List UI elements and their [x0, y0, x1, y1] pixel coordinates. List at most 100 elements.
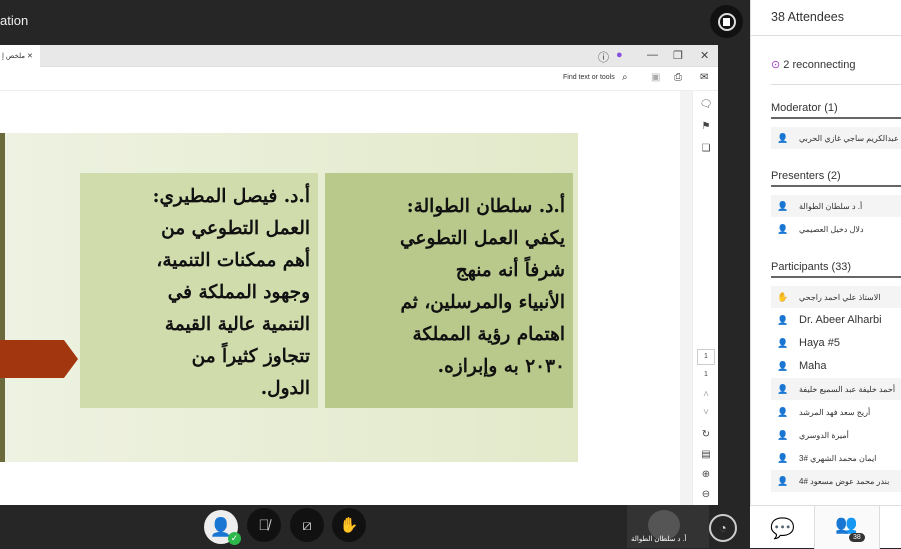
session-header: ation — [0, 0, 750, 43]
chat-icon[interactable]: 💬 — [770, 516, 795, 541]
raise-hand-button[interactable]: ✋ — [332, 508, 366, 542]
quote-line: أ.د. فيصل المطيري: — [152, 186, 310, 207]
tab-bar: ملخص إ ✕ ⓘ ● — ❐ ✕ — [0, 45, 718, 67]
attendee-name: أ. د سلطان الطوالة — [799, 201, 863, 211]
mic-muted-button[interactable]: 🎙̸ — [247, 508, 281, 542]
attendee-name: عبدالكريم ساجي غازي الحربي — [799, 133, 899, 143]
fit-page-icon[interactable]: ▤ — [697, 449, 715, 460]
check-icon: ✓ — [228, 532, 241, 545]
rotate-icon[interactable]: ↻ — [697, 429, 715, 440]
comment-icon[interactable]: 🗨 — [697, 99, 715, 110]
attendee-row[interactable]: 👤 بندر محمد عوض مسعود #4 — [771, 470, 901, 492]
slide-stripe — [0, 133, 5, 462]
presenter-name: أ. د سلطان الطوالة — [631, 536, 687, 543]
user-icon: 👤 — [777, 132, 789, 143]
quote-line: اهتمام رؤية المملكة — [412, 324, 565, 345]
attendee-row[interactable]: 👤 ايمان محمد الشهري #3 — [771, 447, 901, 469]
zoom-in-icon[interactable]: ⊕ — [697, 469, 715, 480]
attendees-panel: 38 Attendees ⊙ 2 reconnecting Moderator … — [750, 0, 901, 548]
record-button[interactable] — [710, 5, 743, 38]
quote-line: شرفاً أنه منهج — [455, 260, 565, 281]
attendee-name: الاستاذ علي احمد راجحي — [799, 292, 881, 302]
user-icon: 👤 — [777, 200, 789, 211]
attendee-row[interactable]: 👤 أحمد خليفة عبد السميع خليفة — [771, 378, 901, 400]
attendee-row[interactable]: ✋ الاستاذ علي احمد راجحي — [771, 286, 901, 308]
quote-line: وجهود المملكة في — [167, 282, 310, 303]
quote-line: التنمية عالية القيمة — [164, 314, 310, 335]
profile-icon[interactable]: ● — [616, 49, 623, 61]
restore-button[interactable]: ❐ — [673, 49, 683, 62]
attendee-row[interactable]: 👤 عبدالكريم ساجي غازي الحربي — [771, 127, 901, 149]
session-menu-button[interactable]: ◔ — [709, 514, 737, 542]
attendee-row[interactable]: 👤 Dr. Abeer Alharbi — [771, 309, 901, 331]
quote-line: تتجاوز كثيراً من — [191, 346, 310, 367]
user-icon: 👤 — [777, 360, 789, 371]
quote-line: أ.د. سلطان الطوالة: — [406, 196, 565, 217]
find-input[interactable]: Find text or tools — [563, 74, 615, 81]
quote-box-faisal: أ.د. فيصل المطيري: العمل التطوعي من أهم … — [80, 173, 318, 408]
attendee-name: Dr. Abeer Alharbi — [799, 314, 882, 326]
quote-line: العمل التطوعي من — [161, 218, 310, 239]
people-icon: 👥 — [835, 514, 858, 534]
attendee-count-badge: 38 — [849, 533, 865, 542]
reconnecting-icon: ⊙ — [771, 59, 781, 71]
quote-line: الدول. — [260, 378, 310, 399]
user-icon: 👤 — [777, 452, 789, 463]
user-icon: 👤 — [777, 429, 789, 440]
attendee-row[interactable]: 👤 أ. د سلطان الطوالة — [771, 195, 901, 217]
print-icon[interactable]: ⎙ — [674, 72, 682, 83]
presenter-video[interactable]: أ. د سلطان الطوالة — [627, 505, 709, 548]
user-icon: 👤 — [777, 337, 789, 348]
user-icon: 👤 — [777, 406, 789, 417]
attendee-name: أحمد خليفة عبد السميع خليفة — [799, 384, 896, 394]
chevron-down-icon[interactable]: ˅ — [697, 407, 715, 418]
page-total: 1 — [704, 371, 708, 378]
minimize-button[interactable]: — — [647, 49, 658, 61]
pages-icon[interactable]: ❏ — [697, 143, 715, 154]
zoom-out-icon[interactable]: ⊖ — [697, 489, 715, 500]
chevron-up-icon[interactable]: ˄ — [697, 389, 715, 400]
bookmark-icon[interactable]: ⚑ — [697, 121, 715, 132]
side-tools: 🗨 ⚑ ❏ 1 1 ˄ ˅ ↻ ▤ ⊕ ⊖ — [692, 91, 718, 505]
attendee-row[interactable]: 👤 Haya #5 — [771, 332, 901, 354]
mail-icon[interactable]: ✉ — [700, 72, 708, 83]
attendee-name: ايمان محمد الشهري #3 — [799, 453, 877, 463]
attendee-row[interactable]: 👤 دلال دخيل العصيمي — [771, 218, 901, 240]
attendee-name: Maha — [799, 360, 827, 372]
attendee-row[interactable]: 👤 Maha — [771, 355, 901, 377]
camera-off-button[interactable]: ⧄ — [290, 508, 324, 542]
attendee-name: Haya #5 — [799, 337, 840, 349]
user-icon: 👤 — [777, 314, 789, 325]
search-icon[interactable]: ⌕ — [622, 72, 628, 83]
quote-line: أهم ممكنات التنمية، — [156, 250, 310, 271]
save-icon[interactable]: ▣ — [651, 72, 660, 83]
quote-box-sultan: أ.د. سلطان الطوالة: يكفي العمل التطوعي ش… — [325, 173, 573, 408]
session-title: ation — [0, 13, 29, 28]
panel-tabs: 💬 👥 38 — [750, 505, 901, 549]
vertical-scrollbar[interactable] — [680, 91, 692, 505]
user-icon: 👤 — [777, 223, 789, 234]
attendee-name: أميرة الدوسري — [799, 430, 849, 440]
reconnecting-status: ⊙ 2 reconnecting — [771, 58, 855, 71]
tab-attendees[interactable]: 👥 38 — [814, 506, 880, 549]
close-button[interactable]: ✕ — [700, 49, 709, 62]
quote-line: الأنبياء والمرسلين، ثم — [400, 292, 565, 313]
reconnecting-label: 2 reconnecting — [783, 59, 856, 71]
panel-title: 38 Attendees — [771, 10, 844, 24]
quote-line: يكفي العمل التطوعي — [400, 228, 565, 249]
attendee-row[interactable]: 👤 أميرة الدوسري — [771, 424, 901, 446]
help-icon[interactable]: ⓘ — [598, 49, 609, 65]
pdf-viewer-window: ملخص إ ✕ ⓘ ● — ❐ ✕ Find text or tools ⌕ … — [0, 45, 718, 505]
user-icon: 👤 — [777, 383, 789, 394]
document-tab[interactable]: ملخص إ ✕ — [0, 45, 40, 67]
user-icon: 👤 — [777, 475, 789, 486]
stop-record-icon — [717, 12, 736, 31]
tab-label: ملخص إ — [2, 53, 26, 60]
attendee-name: دلال دخيل العصيمي — [799, 224, 864, 234]
attendee-row[interactable]: 👤 أريج سعد فهد المرشد — [771, 401, 901, 423]
quote-line: ٢٠٣٠ به وإبرازه. — [437, 356, 565, 377]
arrow-shape — [0, 340, 78, 378]
page-number-input[interactable]: 1 — [697, 349, 715, 365]
attendee-name: بندر محمد عوض مسعود #4 — [799, 476, 890, 486]
moderator-header: Moderator (1) — [771, 102, 901, 119]
